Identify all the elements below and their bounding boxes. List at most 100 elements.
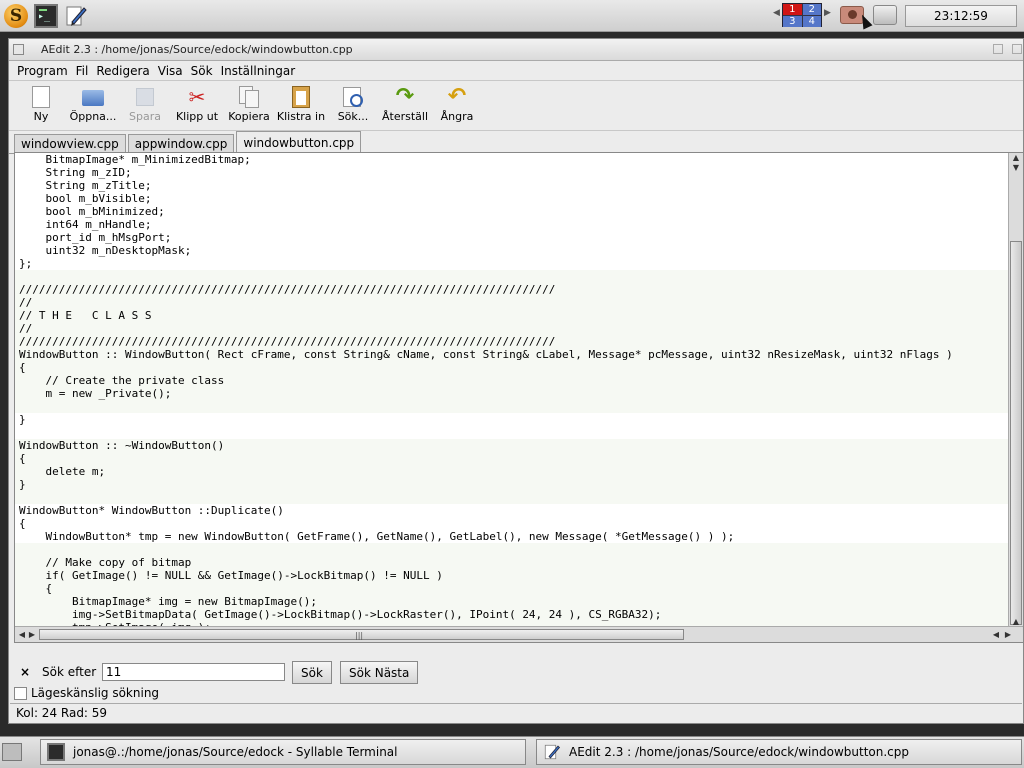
- code-line[interactable]: if( GetImage() != NULL && GetImage()->Lo…: [15, 569, 1008, 582]
- code-line[interactable]: }: [15, 478, 1008, 491]
- code-line[interactable]: WindowButton :: WindowButton( Rect cFram…: [15, 348, 1008, 361]
- window-depth-button[interactable]: [993, 44, 1003, 54]
- code-line[interactable]: int64 m_nHandle;: [15, 218, 1008, 231]
- save-button[interactable]: Spara: [119, 81, 171, 129]
- menu-program[interactable]: Program: [13, 64, 72, 78]
- code-line[interactable]: // T H E C L A S S: [15, 309, 1008, 322]
- code-line[interactable]: // Make copy of bitmap: [15, 556, 1008, 569]
- code-line[interactable]: {: [15, 582, 1008, 595]
- code-line[interactable]: ////////////////////////////////////////…: [15, 335, 1008, 348]
- code-text-area[interactable]: BitmapImage* m_MinimizedBitmap; String m…: [15, 153, 1008, 627]
- editor-launcher-icon[interactable]: [64, 4, 88, 28]
- redo-button[interactable]: ↷ Återställ: [379, 81, 431, 129]
- code-line[interactable]: //: [15, 322, 1008, 335]
- menubar: Program Fil Redigera Visa Sök Inställnin…: [9, 61, 1023, 81]
- code-line[interactable]: {: [15, 361, 1008, 374]
- window-close-button[interactable]: [13, 44, 24, 55]
- desktop-button[interactable]: [2, 743, 22, 761]
- scroll-down-arrow-icon[interactable]: ▼: [1009, 163, 1023, 173]
- find-button[interactable]: Sök...: [327, 81, 379, 129]
- code-line[interactable]: [15, 491, 1008, 504]
- code-line[interactable]: //: [15, 296, 1008, 309]
- workspace-switcher[interactable]: 1 2 3 4: [782, 3, 822, 27]
- new-button[interactable]: Ny: [15, 81, 67, 129]
- code-line[interactable]: uint32 m_nDesktopMask;: [15, 244, 1008, 257]
- tab-windowbutton[interactable]: windowbutton.cpp: [236, 131, 362, 153]
- printer-icon[interactable]: [873, 5, 897, 25]
- code-line[interactable]: }: [15, 413, 1008, 426]
- taskbar-aedit[interactable]: AEdit 2.3 : /home/jonas/Source/edock/win…: [536, 739, 1022, 765]
- code-editor[interactable]: BitmapImage* m_MinimizedBitmap; String m…: [14, 152, 1024, 643]
- code-line[interactable]: // Create the private class: [15, 374, 1008, 387]
- paste-button[interactable]: Klistra in: [275, 81, 327, 129]
- code-line[interactable]: port_id m_hMsgPort;: [15, 231, 1008, 244]
- code-line[interactable]: [15, 400, 1008, 413]
- case-sensitive-label: Lägeskänslig sökning: [31, 686, 160, 700]
- horizontal-scrollbar[interactable]: ◀ ▶ ||| ◀ ▶: [15, 626, 1023, 642]
- horizontal-scroll-thumb[interactable]: |||: [39, 629, 684, 640]
- code-line[interactable]: ////////////////////////////////////////…: [15, 283, 1008, 296]
- code-line[interactable]: String m_zTitle;: [15, 179, 1008, 192]
- find-input[interactable]: [102, 663, 285, 681]
- code-line[interactable]: [15, 270, 1008, 283]
- workspace-4[interactable]: 4: [802, 16, 821, 27]
- window-titlebar[interactable]: AEdit 2.3 : /home/jonas/Source/edock/win…: [9, 39, 1023, 61]
- code-line[interactable]: img->SetBitmapData( GetImage()->LockBitm…: [15, 608, 1008, 621]
- code-line[interactable]: {: [15, 517, 1008, 530]
- case-sensitive-checkbox[interactable]: [14, 686, 27, 700]
- workspace-1[interactable]: 1: [783, 4, 802, 15]
- case-sensitive-option[interactable]: Lägeskänslig sökning: [14, 685, 159, 701]
- find-next-button[interactable]: Sök Nästa: [340, 661, 419, 684]
- workspace-2[interactable]: 2: [802, 4, 821, 15]
- workspace-3[interactable]: 3: [783, 16, 802, 27]
- code-line[interactable]: };: [15, 257, 1008, 270]
- code-line[interactable]: String m_zID;: [15, 166, 1008, 179]
- save-icon: [136, 88, 154, 106]
- menu-visa[interactable]: Visa: [154, 64, 187, 78]
- top-dock: S ◀ 1 2 3 4 ▶ 23:12:59: [0, 0, 1024, 32]
- undo-button[interactable]: ↶ Ångra: [431, 81, 483, 129]
- open-button[interactable]: Öppna...: [67, 81, 119, 129]
- scroll-right-arrow-icon[interactable]: ▶: [25, 630, 39, 640]
- code-line[interactable]: [15, 543, 1008, 556]
- code-line[interactable]: WindowButton* WindowButton ::Duplicate(): [15, 504, 1008, 517]
- workspace-next-arrow-icon[interactable]: ▶: [824, 8, 831, 18]
- paste-icon: [292, 86, 310, 108]
- window-maximize-button[interactable]: [1012, 44, 1022, 54]
- search-icon: [343, 87, 363, 107]
- code-line[interactable]: bool m_bVisible;: [15, 192, 1008, 205]
- vertical-scroll-thumb[interactable]: [1010, 241, 1022, 625]
- code-line[interactable]: delete m;: [15, 465, 1008, 478]
- vertical-scrollbar[interactable]: ▲ ▼ ▲: [1008, 153, 1023, 627]
- scroll-right-arrow-end-icon[interactable]: ▶: [1001, 630, 1015, 640]
- taskbar-terminal[interactable]: jonas@.:/home/jonas/Source/edock - Sylla…: [40, 739, 526, 765]
- code-line[interactable]: {: [15, 452, 1008, 465]
- code-line[interactable]: BitmapImage* m_MinimizedBitmap;: [15, 153, 1008, 166]
- cut-icon: ✂: [188, 85, 206, 109]
- menu-installningar[interactable]: Inställningar: [217, 64, 300, 78]
- code-line[interactable]: bool m_bMinimized;: [15, 205, 1008, 218]
- code-line[interactable]: WindowButton* tmp = new WindowButton( Ge…: [15, 530, 1008, 543]
- clock: 23:12:59: [905, 5, 1017, 27]
- code-line[interactable]: m = new _Private();: [15, 387, 1008, 400]
- code-line[interactable]: [15, 426, 1008, 439]
- find-bar: × Sök efter Sök Sök Nästa: [9, 659, 1023, 687]
- copy-icon: [237, 85, 261, 109]
- menu-redigera[interactable]: Redigera: [92, 64, 153, 78]
- cut-button[interactable]: ✂ Klipp ut: [171, 81, 223, 129]
- close-icon[interactable]: ×: [20, 665, 30, 679]
- window-title: AEdit 2.3 : /home/jonas/Source/edock/win…: [41, 43, 353, 56]
- code-line[interactable]: BitmapImage* img = new BitmapImage();: [15, 595, 1008, 608]
- menu-fil[interactable]: Fil: [72, 64, 93, 78]
- code-line[interactable]: WindowButton :: ~WindowButton(): [15, 439, 1008, 452]
- copy-button[interactable]: Kopiera: [223, 81, 275, 129]
- menu-sok[interactable]: Sök: [187, 64, 217, 78]
- syllable-logo-icon[interactable]: S: [4, 4, 28, 28]
- find-search-button[interactable]: Sök: [292, 661, 332, 684]
- editor-icon: [543, 743, 561, 761]
- tab-windowview[interactable]: windowview.cpp: [14, 134, 126, 153]
- workspace-prev-arrow-icon[interactable]: ◀: [773, 8, 780, 18]
- scroll-up-arrow-icon[interactable]: ▲: [1009, 153, 1023, 163]
- tab-appwindow[interactable]: appwindow.cpp: [127, 134, 235, 153]
- terminal-launcher-icon[interactable]: [34, 4, 58, 28]
